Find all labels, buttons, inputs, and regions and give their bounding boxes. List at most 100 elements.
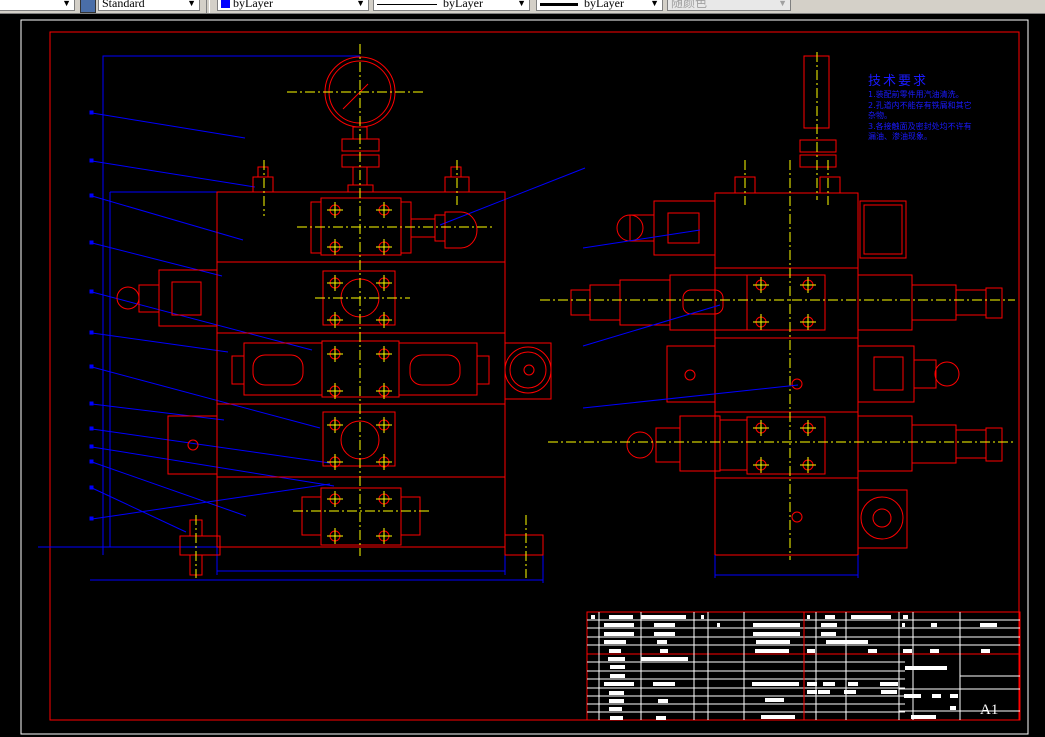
- title-block-text: [904, 694, 921, 698]
- title-block-text: [823, 682, 835, 686]
- title-block-text: [654, 623, 675, 627]
- title-block-text: [761, 715, 795, 719]
- toolbar-separator: [206, 0, 210, 13]
- leader-line: [91, 291, 313, 351]
- chevron-down-icon: ▼: [356, 0, 365, 8]
- title-block-text: [807, 615, 810, 619]
- title-block-text: [902, 623, 905, 627]
- chevron-down-icon: ▼: [187, 0, 196, 8]
- nut: [252, 176, 274, 193]
- title-block-text: [880, 682, 898, 686]
- mounting-bolt: [179, 535, 221, 556]
- title-block-text: [609, 707, 622, 711]
- leader-line: [91, 332, 229, 353]
- title-block-text: [844, 690, 856, 694]
- lineweight-dropdown[interactable]: byLayer ▼: [536, 0, 663, 11]
- front-view: [38, 44, 586, 583]
- title-block-text: [903, 615, 908, 619]
- layer-dropdown[interactable]: 0▼: [0, 0, 75, 11]
- color-dropdown[interactable]: byLayer ▼: [217, 0, 369, 11]
- title-block-text: [753, 623, 800, 627]
- title-block-text: [653, 682, 675, 686]
- title-block-text: [752, 682, 799, 686]
- tech-requirement-item: 3.各接触面及密封处均不许有漏油、渗油现象。: [868, 121, 972, 142]
- title-block-text: [911, 715, 936, 719]
- leader-line: [91, 446, 335, 487]
- color-swatch: [221, 0, 230, 9]
- lineweight-sample: [540, 2, 578, 6]
- title-block-text: [657, 640, 667, 644]
- title-block-text: [826, 640, 868, 644]
- title-block-text: [818, 690, 830, 694]
- title-block-text: [610, 716, 623, 720]
- linetype-dropdown[interactable]: byLayer ▼: [373, 0, 530, 11]
- title-block-text: [765, 698, 784, 702]
- leader-dot: [89, 485, 94, 490]
- leader-dot: [89, 110, 94, 115]
- leader-line: [91, 428, 331, 464]
- title-block-text: [851, 615, 891, 619]
- text-style-value: Standard: [102, 0, 145, 10]
- title-block-text: [604, 623, 634, 627]
- title-block-text: [660, 649, 668, 653]
- leader-line: [91, 366, 321, 429]
- leader-dot: [89, 516, 94, 521]
- title-block-text: [756, 640, 790, 644]
- leader-line: [91, 160, 256, 188]
- text-style-icon[interactable]: [80, 0, 96, 13]
- title-block-text: [807, 690, 817, 694]
- technical-requirements: 技术要求 1.装配前零件用汽油清洗。 2.孔道内不能存有铁屑和其它杂物。 3.各…: [868, 74, 978, 143]
- title-block-text: [609, 615, 633, 619]
- leader-line: [91, 483, 331, 520]
- title-block-text: [604, 632, 634, 636]
- leader-line: [91, 487, 187, 533]
- title-block-text: [905, 666, 947, 670]
- side-plug: [504, 342, 552, 400]
- title-block-text: [641, 657, 688, 661]
- leader-dot: [89, 240, 94, 245]
- leader-dot: [89, 459, 94, 464]
- leader-line: [91, 195, 244, 241]
- chevron-down-icon: ▼: [517, 0, 526, 8]
- title-block: [586, 611, 1021, 721]
- leader-line: [91, 403, 225, 421]
- title-block-text: [931, 623, 937, 627]
- leader-dot: [89, 158, 94, 163]
- valve-body: [216, 191, 506, 548]
- title-block-text: [608, 657, 625, 661]
- title-block-text: [717, 623, 720, 627]
- centerlines: [195, 44, 527, 578]
- chevron-down-icon: ▼: [778, 0, 787, 8]
- valve-body-side: [714, 192, 859, 556]
- title-block-text: [755, 649, 789, 653]
- title-block-text: [609, 699, 624, 703]
- plot-style-dropdown[interactable]: 随颜色 ▼: [667, 0, 791, 11]
- title-block-text: [807, 682, 817, 686]
- title-block-text: [930, 649, 939, 653]
- color-value: byLayer: [233, 0, 273, 10]
- title-block-text: [868, 649, 877, 653]
- title-block-text: [701, 615, 704, 619]
- leader-line: [91, 242, 223, 277]
- title-block-text: [610, 674, 625, 678]
- tech-requirements-title: 技术要求: [868, 74, 929, 89]
- leader-dot: [89, 401, 94, 406]
- title-block-text: [753, 632, 800, 636]
- title-block-text: [610, 665, 625, 669]
- leader-dot: [89, 444, 94, 449]
- title-block-text: [604, 682, 634, 686]
- title-block-text: [932, 694, 941, 698]
- chevron-down-icon: ▼: [62, 0, 71, 8]
- title-block-text: [654, 632, 675, 636]
- leader-line: [91, 112, 246, 139]
- title-block-text: [641, 615, 686, 619]
- chevron-down-icon: ▼: [650, 0, 659, 8]
- leader-dot: [89, 289, 94, 294]
- title-block-text: [980, 623, 997, 627]
- text-style-dropdown[interactable]: Standard ▼: [98, 0, 200, 11]
- title-block-text: [950, 706, 956, 710]
- leader-dot: [89, 193, 94, 198]
- linetype-value: byLayer: [443, 0, 483, 10]
- title-block-text: [903, 649, 912, 653]
- title-block-text: [658, 699, 668, 703]
